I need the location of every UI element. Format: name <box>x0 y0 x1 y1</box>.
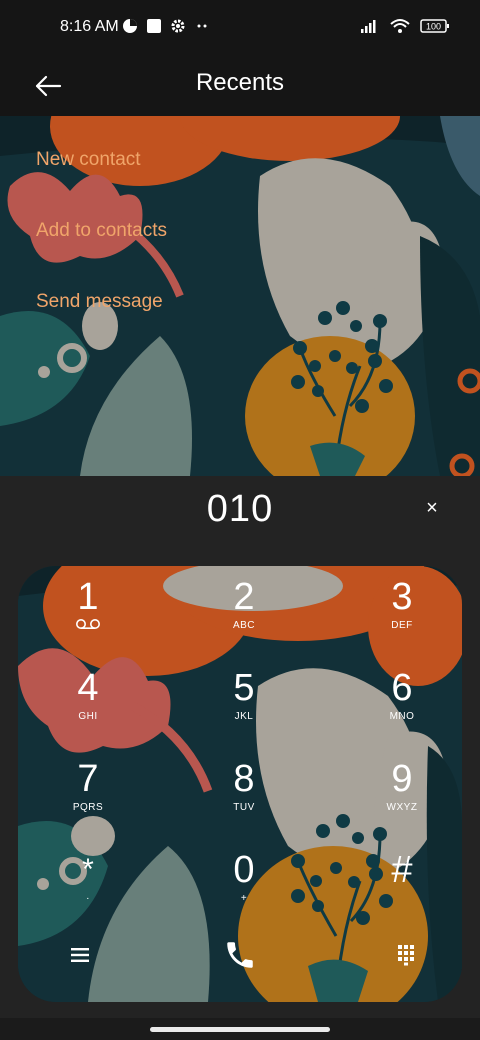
key-star[interactable]: * · <box>28 841 148 923</box>
key-1[interactable]: 1 <box>28 568 148 650</box>
add-to-contacts-action[interactable]: Add to contacts <box>36 220 167 242</box>
clear-number-button[interactable]: × <box>418 494 446 522</box>
app-bar: Recents <box>0 56 480 116</box>
key-letters: TUV <box>233 802 255 813</box>
key-4[interactable]: 4 GHI <box>28 659 148 741</box>
battery-icon: 100 <box>420 19 449 33</box>
key-letters: MNO <box>389 711 415 722</box>
wallpaper-background: New contact Add to contacts Send message <box>0 116 480 476</box>
square-notification-icon <box>147 19 161 33</box>
key-digit: 6 <box>391 667 413 709</box>
key-9[interactable]: 9 WXYZ <box>342 750 462 832</box>
key-digit: 4 <box>77 667 99 709</box>
menu-button[interactable] <box>56 931 104 979</box>
key-digit: 8 <box>233 758 255 800</box>
dialed-number: 010 <box>206 488 274 530</box>
key-digit: 1 <box>77 576 99 618</box>
app-notification-icon <box>123 19 137 33</box>
key-digit: * <box>82 853 94 886</box>
status-time: 8:16 AM <box>60 18 119 35</box>
key-3[interactable]: 3 DEF <box>342 568 462 650</box>
key-letters: GHI <box>78 711 98 722</box>
key-2[interactable]: 2 ABC <box>184 568 304 650</box>
key-hash[interactable]: # <box>342 841 462 923</box>
dialpad-toggle-button[interactable] <box>382 931 430 979</box>
page-title: Recents <box>195 69 285 96</box>
call-button[interactable] <box>216 931 264 979</box>
voicemail-icon <box>76 619 100 629</box>
key-letters: ABC <box>232 620 256 631</box>
key-5[interactable]: 5 JKL <box>184 659 304 741</box>
dial-keypad: 1 2 ABC 3 DEF 4 GHI 5 JKL 6 MNO 7 PQRS 8… <box>18 566 462 1002</box>
signal-icon <box>361 20 376 33</box>
phone-icon <box>227 942 253 968</box>
new-contact-action[interactable]: New contact <box>36 149 141 171</box>
key-digit: 5 <box>233 667 255 709</box>
key-digit: 2 <box>233 576 255 618</box>
status-right-icons: 100 <box>360 18 450 34</box>
key-6[interactable]: 6 MNO <box>342 659 462 741</box>
key-digit: 9 <box>391 758 413 800</box>
key-0[interactable]: 0 + <box>184 841 304 923</box>
status-bar: 8:16 AM 100 <box>0 0 480 56</box>
key-7[interactable]: 7 PQRS <box>28 750 148 832</box>
key-letters: · <box>86 893 90 904</box>
key-letters: + <box>240 893 248 904</box>
key-letters: JKL <box>234 711 254 722</box>
key-letters: DEF <box>391 620 413 631</box>
settings-gear-icon <box>171 19 185 33</box>
key-digit: 7 <box>77 758 99 800</box>
key-letters: WXYZ <box>386 802 418 813</box>
close-icon: × <box>426 496 438 519</box>
status-left-icons <box>122 18 210 34</box>
menu-icon <box>71 948 89 962</box>
battery-level: 100 <box>426 22 441 32</box>
key-digit: # <box>391 849 413 891</box>
key-8[interactable]: 8 TUV <box>184 750 304 832</box>
key-digit: 3 <box>391 576 413 618</box>
wifi-icon <box>390 19 410 33</box>
key-digit: 0 <box>233 849 255 891</box>
home-gesture-handle[interactable] <box>150 1027 330 1032</box>
send-message-action[interactable]: Send message <box>36 291 163 313</box>
more-notifications-icon <box>197 24 207 28</box>
key-letters: PQRS <box>72 802 104 813</box>
dialpad-icon <box>398 945 414 966</box>
